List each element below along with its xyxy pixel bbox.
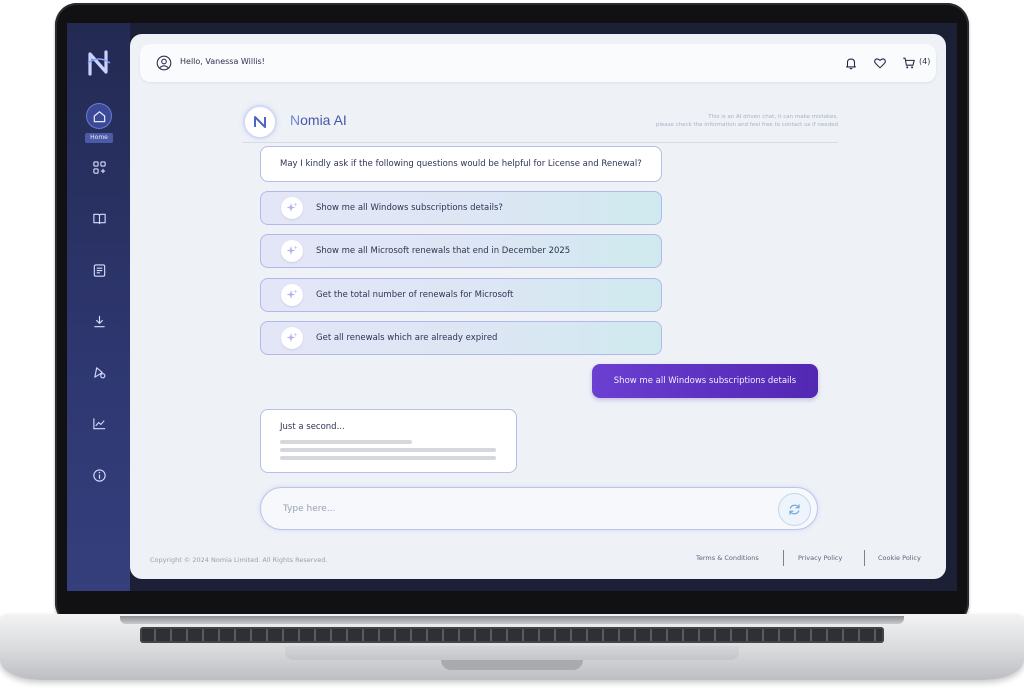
refresh-icon [789, 504, 800, 515]
regenerate-button[interactable] [778, 493, 811, 526]
sidebar-item-apps[interactable] [84, 152, 114, 182]
user-avatar-icon[interactable] [156, 55, 172, 71]
suggestion-label: Get all renewals which are already expir… [316, 333, 498, 343]
bell-icon[interactable] [844, 56, 858, 70]
cart-icon[interactable] [902, 56, 916, 70]
laptop-notch [441, 660, 583, 670]
copyright-text: Copyright © 2024 Nomia Limited. All Righ… [150, 556, 328, 564]
disclaimer-line-1: This is an AI driven chat, it can make m… [708, 114, 838, 120]
download-icon [93, 315, 105, 327]
laptop-front-edge [285, 646, 739, 660]
nomia-logo-icon[interactable] [86, 49, 112, 77]
sidebar: Home [67, 23, 130, 591]
header-divider [242, 142, 838, 143]
shapes-icon [93, 366, 105, 378]
footer-separator [864, 550, 865, 566]
nomia-ai-logo-icon [254, 116, 266, 128]
footer-separator [783, 550, 784, 566]
sidebar-item-info[interactable] [84, 460, 114, 490]
home-tooltip: Home [85, 133, 113, 143]
sidebar-item-documents[interactable] [84, 255, 114, 285]
suggestion-chip[interactable]: Show me all Microsoft renewals that end … [260, 234, 662, 268]
sparkle-icon [281, 240, 303, 262]
sparkle-icon [281, 284, 303, 306]
chat-input[interactable] [283, 500, 763, 518]
laptop-keyboard [140, 627, 884, 643]
sidebar-item-home[interactable] [87, 104, 111, 128]
laptop-hinge [120, 616, 904, 624]
suggestion-chip[interactable]: Get the total number of renewals for Mic… [260, 278, 662, 312]
sidebar-item-book[interactable] [84, 203, 114, 233]
cart-count: (4) [919, 57, 931, 66]
nomia-ai-avatar [245, 107, 275, 137]
sidebar-item-shapes[interactable] [84, 357, 114, 387]
cookie-link[interactable]: Cookie Policy [878, 554, 921, 562]
sidebar-item-analytics[interactable] [84, 408, 114, 438]
document-list-icon [93, 263, 105, 277]
bot-reply-bubble: Just a second... [260, 409, 517, 473]
bot-reply-text: Just a second... [280, 422, 345, 432]
apps-icon [92, 160, 106, 174]
sparkle-icon [281, 327, 303, 349]
chart-line-icon [92, 417, 105, 429]
sidebar-item-download[interactable] [84, 306, 114, 336]
chat-input-container [260, 487, 818, 530]
home-icon [93, 110, 105, 122]
privacy-link[interactable]: Privacy Policy [798, 554, 842, 562]
suggestion-chip[interactable]: Show me all Windows subscriptions detail… [260, 191, 662, 225]
user-message-bubble: Show me all Windows subscriptions detail… [592, 364, 818, 398]
info-icon [92, 468, 106, 482]
loading-skeleton-line [280, 448, 496, 452]
app-main: Hello, Vanessa Willis! (4) Nomia AI This… [130, 34, 946, 579]
sparkle-icon [281, 197, 303, 219]
suggestion-chip[interactable]: Get all renewals which are already expir… [260, 321, 662, 355]
book-icon [92, 213, 106, 224]
disclaimer-line-2: please check the information and feel fr… [655, 122, 838, 128]
bot-name-rest: omia AI [300, 112, 347, 128]
suggestion-label: Show me all Windows subscriptions detail… [316, 203, 503, 213]
laptop-screen: Home Hello, Vanessa Willis! (4) Nomia AI… [67, 23, 957, 591]
heart-icon[interactable] [873, 56, 887, 70]
suggestion-label: Get the total number of renewals for Mic… [316, 290, 514, 300]
loading-skeleton-line [280, 440, 412, 444]
suggestion-label: Show me all Microsoft renewals that end … [316, 246, 571, 256]
ai-disclaimer: This is an AI driven chat, it can make m… [588, 113, 838, 129]
user-greeting: Hello, Vanessa Willis! [180, 57, 265, 66]
top-bar: Hello, Vanessa Willis! (4) [140, 44, 936, 82]
bot-name-initial: N [290, 112, 301, 128]
terms-link[interactable]: Terms & Conditions [696, 554, 759, 562]
loading-skeleton-line [280, 456, 496, 460]
bot-name: Nomia AI [290, 112, 347, 128]
bot-question: May I kindly ask if the following questi… [260, 146, 662, 182]
